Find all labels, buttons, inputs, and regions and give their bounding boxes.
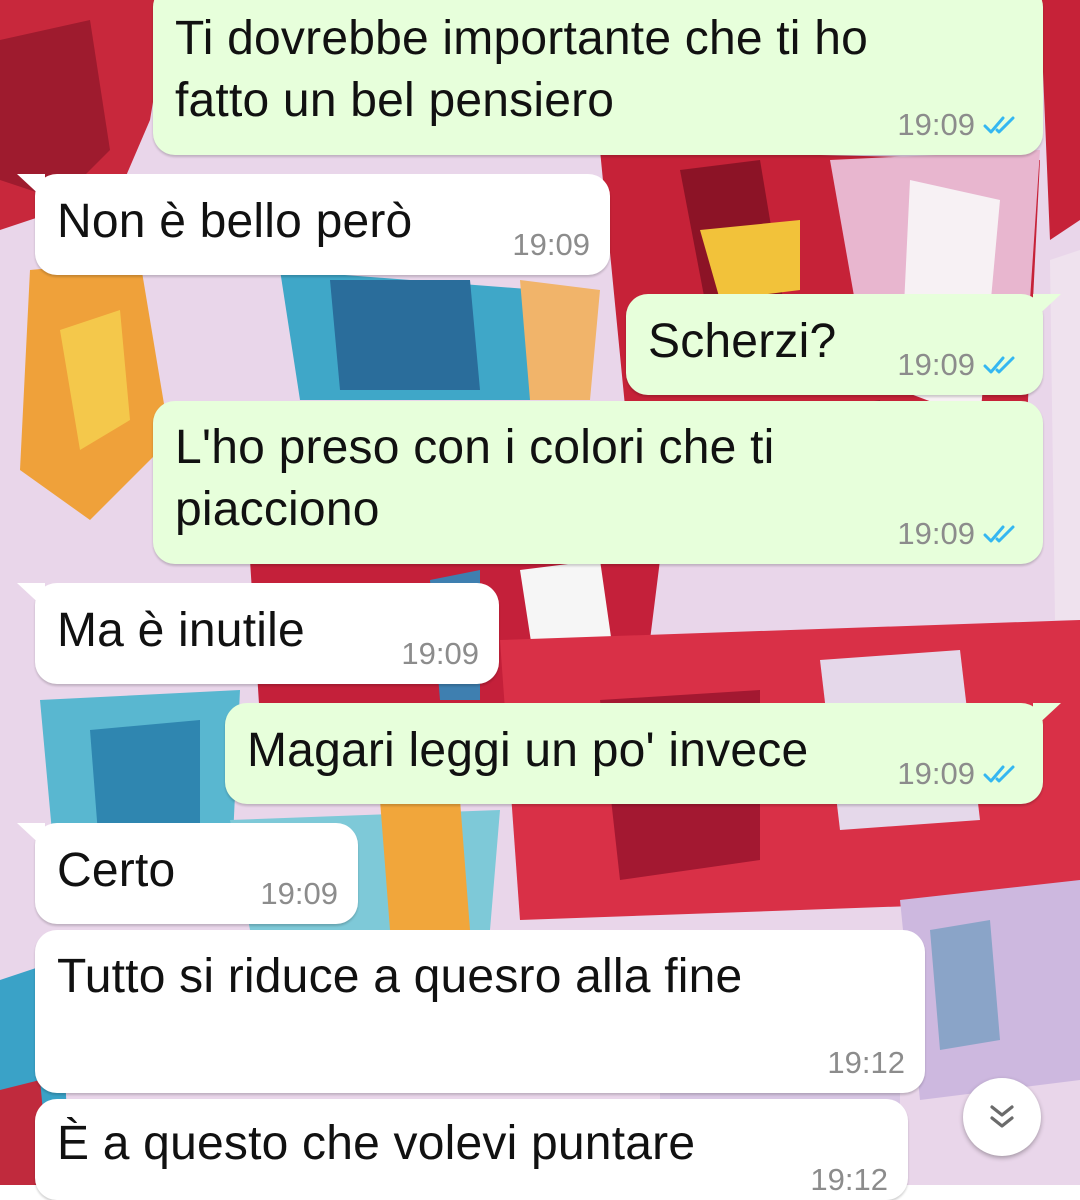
double-check-read-icon (983, 116, 1015, 134)
double-check-read-icon (983, 765, 1015, 783)
message-time: 19:09 (897, 756, 975, 791)
message-bubble-outgoing[interactable]: Scherzi? 19:09 (626, 294, 1061, 395)
message-text: L'ho preso con i colori che ti piacciono (175, 421, 775, 536)
message-time: 19:09 (260, 876, 338, 911)
bubble-tail (1033, 294, 1061, 320)
double-check-read-icon (983, 356, 1015, 374)
scroll-to-bottom-button[interactable] (963, 1078, 1041, 1156)
bubble-tail (1033, 703, 1061, 729)
double-chevron-down-icon (990, 1105, 1014, 1128)
message-bubble-incoming[interactable]: Certo 19:09 (17, 823, 358, 924)
message-bubble-outgoing[interactable]: Magari leggi un po' invece 19:09 (225, 703, 1061, 804)
message-meta: 19:12 (827, 1047, 905, 1079)
message-bubble-outgoing[interactable]: Ti dovrebbe importante che ti ho fatto u… (153, 0, 1043, 155)
message-meta: 19:09 (260, 878, 338, 910)
message-text: È a questo che volevi puntare (57, 1117, 696, 1170)
message-meta: 19:09 (897, 349, 1023, 381)
bubble-tail (17, 823, 45, 849)
message-bubble-outgoing[interactable]: L'ho preso con i colori che ti piacciono… (153, 401, 1043, 564)
message-bubble-incoming[interactable]: Tutto si riduce a quesro alla fine 19:12 (35, 930, 925, 1093)
message-text: Non è bello però (57, 195, 413, 248)
message-meta: 19:09 (897, 109, 1023, 141)
message-text: Magari leggi un po' invece (247, 724, 809, 777)
message-time: 19:12 (810, 1162, 888, 1197)
message-meta: 19:09 (512, 229, 590, 261)
message-meta: 19:09 (897, 758, 1023, 790)
message-text: Tutto si riduce a quesro alla fine (57, 950, 743, 1003)
message-meta: 19:09 (401, 638, 479, 670)
message-time: 19:09 (897, 107, 975, 142)
message-text: Scherzi? (648, 315, 837, 368)
message-time: 19:09 (897, 516, 975, 551)
message-bubble-incoming[interactable]: Ma è inutile 19:09 (17, 583, 499, 684)
message-text: Certo (57, 844, 176, 897)
message-meta: 19:12 (810, 1164, 888, 1196)
message-text: Ma è inutile (57, 604, 305, 657)
double-check-read-icon (983, 525, 1015, 543)
bubble-tail (17, 174, 45, 200)
message-time: 19:09 (512, 227, 590, 262)
message-text: Ti dovrebbe importante che ti ho fatto u… (175, 12, 869, 127)
message-meta: 19:09 (897, 518, 1023, 550)
message-time: 19:09 (897, 347, 975, 382)
message-bubble-incoming[interactable]: Non è bello però 19:09 (17, 174, 610, 275)
bubble-tail (17, 583, 45, 609)
message-time: 19:09 (401, 636, 479, 671)
message-time: 19:12 (827, 1045, 905, 1080)
